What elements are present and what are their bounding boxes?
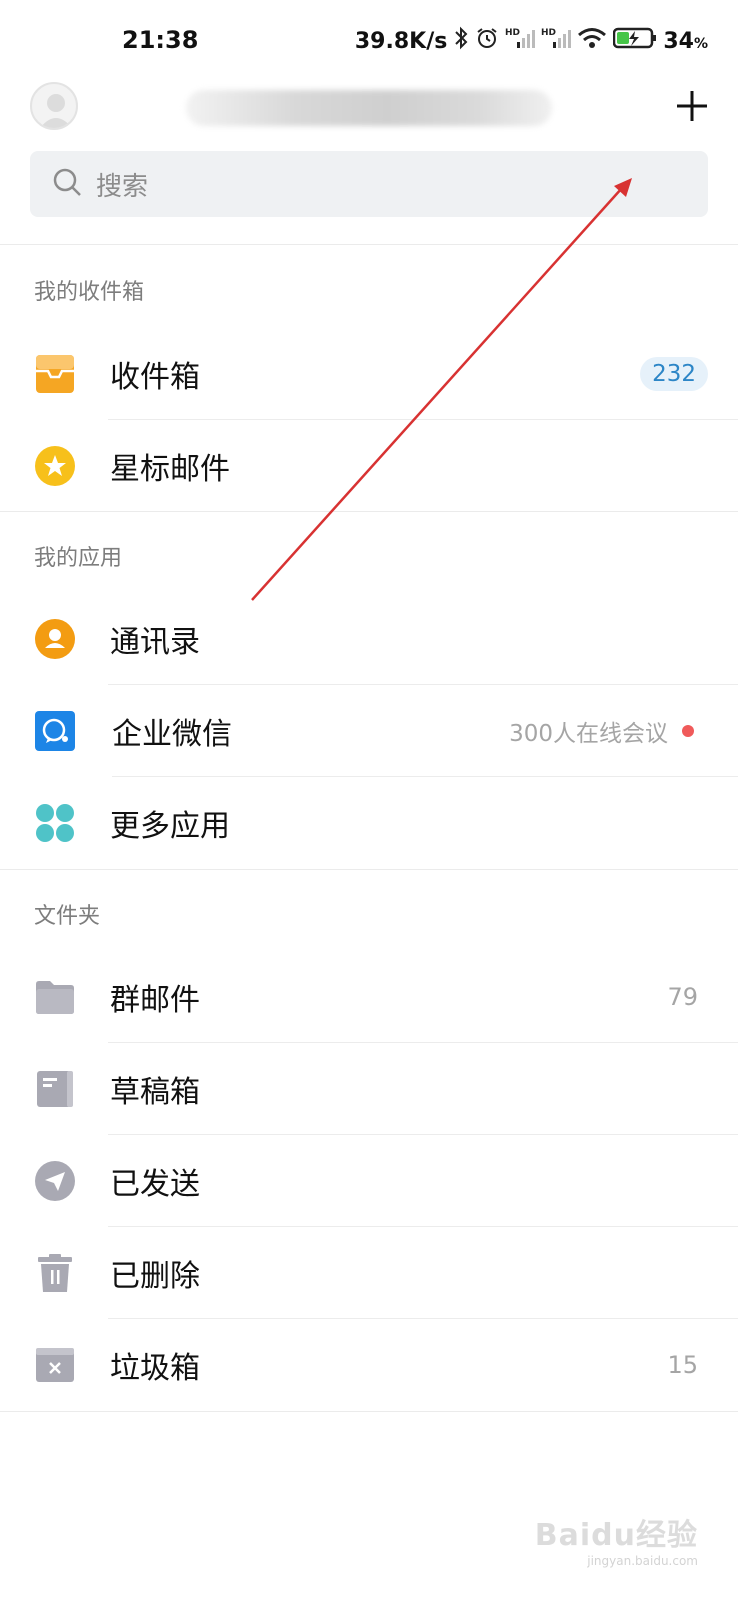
divider: [0, 869, 738, 870]
app-row-more[interactable]: 更多应用: [0, 777, 738, 869]
battery-charging-icon: [613, 26, 657, 56]
account-name-blurred: [186, 90, 552, 126]
folder-row-starred[interactable]: 星标邮件: [0, 420, 738, 512]
divider: [0, 1411, 738, 1412]
mail-count: 15: [667, 1351, 698, 1379]
inbox-tray-icon: [34, 353, 76, 395]
net-speed: 39.8K/s: [354, 28, 448, 54]
folder-row-deleted[interactable]: 已删除: [0, 1227, 738, 1319]
folder-row-inbox[interactable]: 收件箱 232: [0, 328, 738, 420]
folder-icon: [34, 976, 76, 1018]
folder-row-group-mail[interactable]: 群邮件 79: [0, 951, 738, 1043]
mail-count: 79: [667, 983, 698, 1011]
search-input[interactable]: 搜索: [30, 151, 708, 217]
meeting-note: 300人在线会议: [509, 721, 668, 747]
search-icon: [52, 167, 82, 201]
watermark-logo: Baidu经验: [534, 1518, 698, 1553]
alarm-icon: [475, 26, 499, 56]
folder-label: 收件箱: [110, 360, 200, 395]
wifi-icon: [577, 26, 607, 56]
status-bar: 21:38 39.8K/s HD HD 34%: [0, 0, 738, 84]
unread-badge: 232: [640, 357, 708, 391]
contacts-icon: [34, 618, 76, 660]
sent-plane-icon: [34, 1160, 76, 1202]
folder-row-sent[interactable]: 已发送: [0, 1135, 738, 1227]
section-title-inbox: 我的收件箱: [34, 280, 145, 305]
section-title-apps: 我的应用: [34, 546, 123, 571]
trash-icon: [34, 1252, 76, 1294]
svg-text:HD: HD: [505, 28, 520, 38]
star-icon: [34, 445, 76, 487]
folder-label: 已删除: [110, 1259, 200, 1294]
spam-box-icon: [34, 1344, 76, 1386]
battery-level: 34%: [663, 28, 708, 54]
divider: [0, 244, 738, 245]
folder-row-drafts[interactable]: 草稿箱: [0, 1043, 738, 1135]
signal-hd-icon: HD: [505, 26, 536, 56]
app-label: 更多应用: [110, 809, 230, 844]
folder-label: 已发送: [110, 1167, 200, 1202]
signal-hd-icon: HD: [541, 26, 572, 56]
notification-dot: [682, 725, 694, 737]
wecom-icon: [34, 710, 76, 752]
bluetooth-icon: [453, 26, 469, 56]
folder-label: 草稿箱: [110, 1075, 200, 1110]
watermark: Baidu经验 jingyan.baidu.com: [535, 1510, 698, 1568]
app-label: 企业微信: [112, 717, 232, 752]
app-row-contacts[interactable]: 通讯录: [0, 593, 738, 685]
draft-icon: [34, 1068, 76, 1110]
divider: [0, 511, 738, 512]
section-title-folders: 文件夹: [34, 904, 101, 929]
app-label: 通讯录: [110, 625, 200, 660]
folder-row-spam[interactable]: 垃圾箱 15: [0, 1319, 738, 1411]
user-avatar-icon[interactable]: [30, 82, 78, 130]
plus-icon[interactable]: [676, 90, 708, 122]
folder-label: 群邮件: [110, 983, 200, 1018]
search-placeholder: 搜索: [96, 171, 149, 202]
app-row-wecom[interactable]: 企业微信 300人在线会议: [0, 685, 738, 777]
status-time: 21:38: [122, 26, 199, 54]
folder-label: 星标邮件: [110, 452, 230, 487]
watermark-url: jingyan.baidu.com: [587, 1554, 698, 1568]
more-apps-icon: [34, 802, 76, 844]
status-icons: 39.8K/s HD HD 34%: [355, 26, 708, 56]
folder-label: 垃圾箱: [110, 1351, 200, 1386]
svg-text:HD: HD: [541, 28, 556, 38]
